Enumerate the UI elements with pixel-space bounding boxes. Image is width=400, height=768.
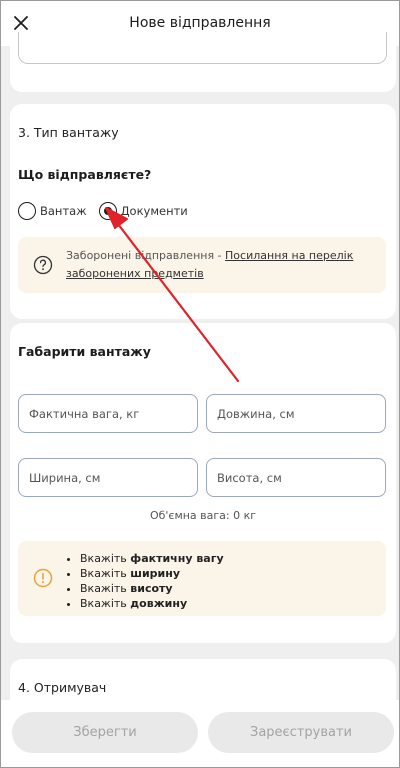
list-item: Вкажіть висоту bbox=[80, 581, 224, 596]
previous-input-field[interactable] bbox=[18, 32, 387, 64]
section-title: 3. Тип вантажу bbox=[18, 125, 119, 140]
warning-circle-icon bbox=[33, 568, 53, 588]
length-input[interactable]: Довжина, см bbox=[206, 394, 386, 433]
close-icon bbox=[14, 16, 28, 30]
list-item: Вкажіть фактичну вагу bbox=[80, 551, 224, 566]
radio-label: Документи bbox=[120, 204, 188, 218]
radio-option-documents[interactable]: Документи bbox=[98, 202, 188, 220]
previous-section-card bbox=[10, 32, 396, 92]
cargo-type-radio-group: Вантаж Документи bbox=[18, 202, 200, 220]
section-title: Габарити вантажу bbox=[18, 344, 151, 359]
radio-option-cargo[interactable]: Вантаж bbox=[18, 202, 87, 220]
notice-text: Заборонені відправлення - Посилання на п… bbox=[66, 247, 378, 283]
notice-prefix: Заборонені відправлення - bbox=[66, 249, 226, 262]
list-item: Вкажіть ширину bbox=[80, 566, 224, 581]
question-circle-icon bbox=[33, 255, 53, 275]
question-label: Що відправляєте? bbox=[18, 167, 152, 182]
width-input[interactable]: Ширина, см bbox=[18, 458, 198, 497]
save-button[interactable]: Зберегти bbox=[12, 712, 198, 753]
height-input[interactable]: Висота, см bbox=[206, 458, 386, 497]
cargo-dimensions-section: Габарити вантажу Фактична вага, кг Довжи… bbox=[10, 323, 396, 643]
list-item: Вкажіть довжину bbox=[80, 596, 224, 611]
forbidden-items-notice: Заборонені відправлення - Посилання на п… bbox=[18, 237, 386, 293]
bottom-action-bar: Зберегти Зареєструвати bbox=[0, 700, 400, 768]
page-title: Нове відправлення bbox=[129, 15, 271, 31]
volumetric-weight-text: Об'ємна вага: 0 кг bbox=[149, 509, 257, 522]
cargo-type-section: 3. Тип вантажу Що відправляєте? Вантаж Д… bbox=[10, 104, 396, 319]
radio-selected-icon[interactable] bbox=[98, 202, 117, 220]
radio-label: Вантаж bbox=[40, 204, 87, 218]
register-button[interactable]: Зареєструвати bbox=[208, 712, 394, 753]
actual-weight-input[interactable]: Фактична вага, кг bbox=[18, 394, 198, 433]
requirements-notice: Вкажіть фактичну вагу Вкажіть ширину Вка… bbox=[18, 541, 386, 616]
requirements-list: Вкажіть фактичну вагу Вкажіть ширину Вка… bbox=[70, 551, 224, 611]
section-title: 4. Отримувач bbox=[18, 680, 107, 695]
radio-unselected-icon[interactable] bbox=[18, 202, 36, 220]
